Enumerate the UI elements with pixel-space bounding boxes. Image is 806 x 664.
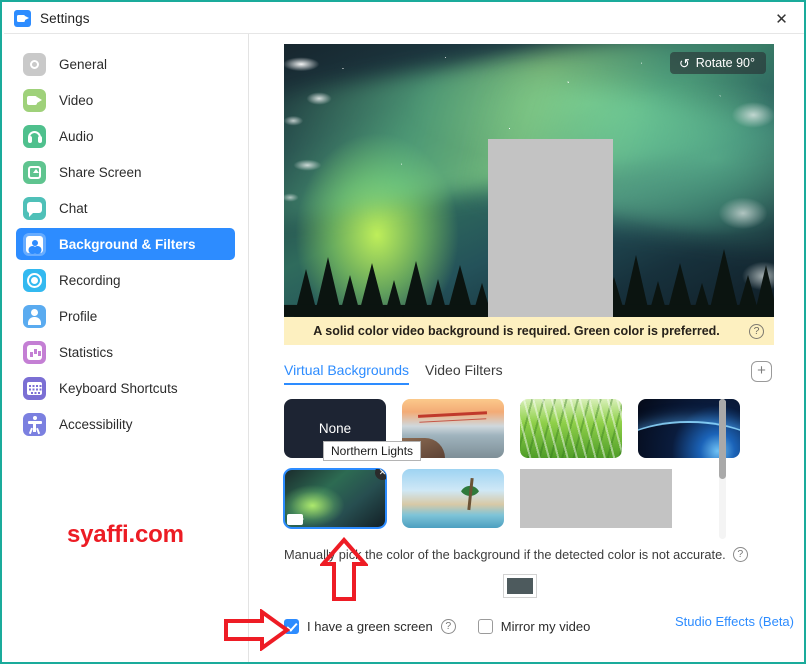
studio-effects-link[interactable]: Studio Effects (Beta) (675, 614, 794, 629)
window-body: General Video Audio Share Screen Chat Ba (4, 34, 804, 662)
sidebar-label: Accessibility (59, 416, 133, 432)
sidebar-label: Profile (59, 308, 98, 324)
watermark-text: syaffi.com (67, 521, 184, 548)
person-frame-icon (23, 232, 46, 256)
mirror-video-label: Mirror my video (500, 618, 591, 634)
sidebar-label: Statistics (59, 344, 114, 360)
title-bar: Settings ✕ (4, 4, 804, 34)
sidebar-item-background-and-filters[interactable]: Background & Filters (16, 228, 235, 260)
green-screen-checkbox[interactable] (284, 618, 299, 634)
redaction-overlay-thumbs (520, 469, 672, 528)
keyboard-icon (23, 376, 46, 400)
zoom-video-icon (14, 10, 31, 27)
thumbnail-scrollbar-thumb[interactable] (719, 399, 726, 479)
sidebar-item-profile[interactable]: Profile (16, 300, 235, 332)
thumbnail-row: ✕ (283, 468, 759, 529)
sidebar-item-video[interactable]: Video (16, 84, 235, 116)
add-background-button[interactable]: + (751, 361, 772, 382)
thumbnail-scrollbar-track[interactable] (719, 399, 726, 539)
sidebar-label: Background & Filters (59, 236, 196, 252)
window-title: Settings (40, 11, 90, 26)
sidebar-label: General (59, 56, 108, 72)
user-profile-icon (23, 304, 46, 328)
rotate-ccw-icon: ↻ (678, 55, 690, 71)
background-thumbnail-grid: None ✕ Northern Lights (283, 399, 759, 544)
video-camera-icon (23, 88, 46, 112)
sidebar-item-statistics[interactable]: Statistics (16, 336, 235, 368)
sidebar-item-keyboard-shortcuts[interactable]: Keyboard Shortcuts (16, 372, 235, 404)
notice-text: A solid color video background is requir… (313, 324, 720, 338)
rotate-button-label: Rotate 90° (695, 56, 755, 70)
question-mark-icon[interactable]: ? (440, 618, 456, 634)
close-icon[interactable]: ✕ (759, 4, 804, 33)
sidebar-item-audio[interactable]: Audio (16, 120, 235, 152)
question-mark-icon[interactable]: ? (749, 323, 764, 339)
video-camera-icon (287, 514, 304, 525)
sidebar-item-accessibility[interactable]: Accessibility (16, 408, 235, 440)
background-thumb-grass[interactable] (520, 399, 622, 458)
sidebar-item-chat[interactable]: Chat (16, 192, 235, 224)
sidebar-item-recording[interactable]: Recording (16, 264, 235, 296)
background-thumb-beach[interactable] (402, 469, 504, 528)
share-screen-icon (23, 160, 46, 184)
settings-window: Settings ✕ General Video Audio Share Scr… (0, 0, 806, 664)
manual-color-text: Manually pick the color of the backgroun… (284, 547, 726, 562)
sidebar-label: Keyboard Shortcuts (59, 380, 178, 396)
manual-color-row: Manually pick the color of the backgroun… (284, 547, 774, 562)
question-mark-icon[interactable]: ? (732, 547, 748, 562)
rotate-90-button[interactable]: ↻ Rotate 90° (669, 52, 766, 74)
thumbnail-tooltip: Northern Lights (323, 441, 422, 461)
mirror-video-checkbox[interactable] (477, 618, 493, 634)
sidebar-label: Chat (59, 200, 88, 216)
chat-bubble-icon (23, 196, 46, 220)
sidebar: General Video Audio Share Screen Chat Ba (4, 34, 249, 662)
accessibility-person-icon (23, 412, 46, 436)
gear-icon (23, 52, 46, 76)
snow-left (284, 44, 363, 247)
green-screen-label: I have a green screen (307, 618, 433, 634)
video-preview[interactable]: ↻ Rotate 90° (284, 44, 774, 317)
green-screen-notice: A solid color video background is requir… (284, 317, 774, 345)
bar-chart-icon (23, 340, 46, 364)
headphones-icon (23, 124, 46, 148)
close-icon[interactable]: ✕ (375, 469, 386, 480)
sidebar-label: Recording (59, 272, 121, 288)
sidebar-item-general[interactable]: General (16, 48, 235, 80)
background-thumb-northern-lights[interactable]: ✕ (283, 468, 387, 529)
sidebar-label: Share Screen (59, 164, 142, 180)
color-picker-swatch[interactable] (503, 574, 537, 598)
tab-bar: Virtual Backgrounds Video Filters (284, 362, 774, 390)
tab-video-filters[interactable]: Video Filters (425, 362, 503, 383)
record-circle-icon (23, 268, 46, 292)
sidebar-item-share-screen[interactable]: Share Screen (16, 156, 235, 188)
sidebar-label: Audio (59, 128, 94, 144)
thumb-label: None (318, 421, 352, 436)
tab-virtual-backgrounds[interactable]: Virtual Backgrounds (284, 362, 410, 385)
sidebar-label: Video (59, 92, 94, 108)
swatch-color (507, 578, 533, 594)
redaction-overlay (488, 139, 613, 317)
main-panel: ↻ Rotate 90° A solid color video backgro… (249, 34, 804, 662)
